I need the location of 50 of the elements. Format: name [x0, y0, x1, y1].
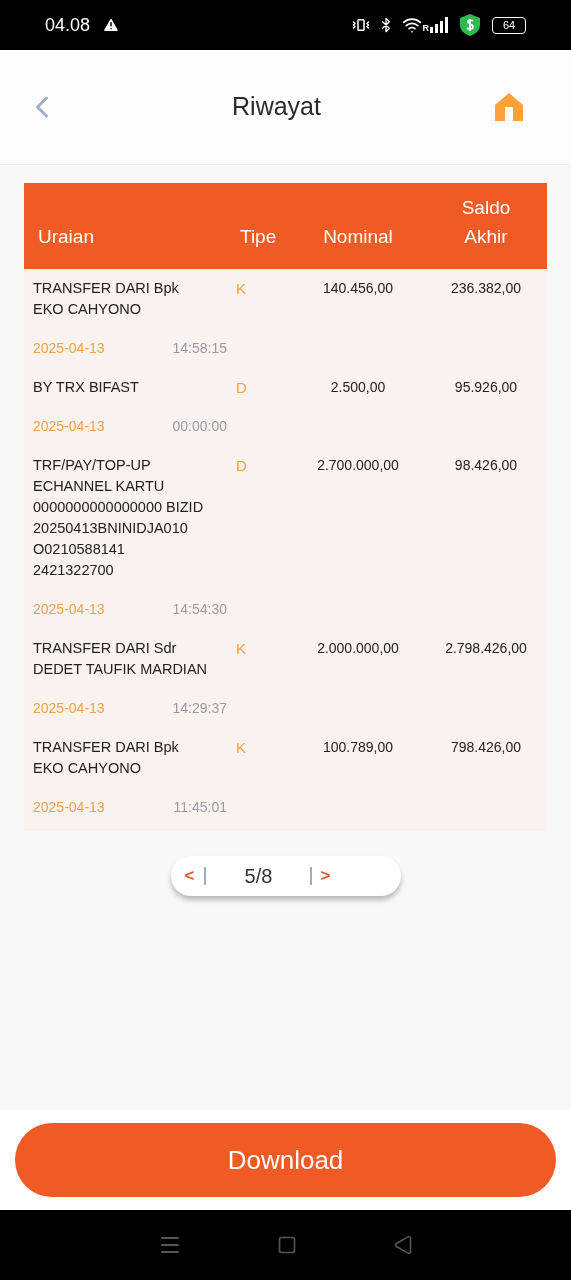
transaction-date: 2025-04-13: [33, 417, 105, 436]
balance-amount: 236.382,00: [449, 279, 523, 298]
column-header: Saldo Akhir: [460, 196, 512, 249]
balance-amount: 798.426,00: [449, 738, 523, 757]
column-header: Nominal: [322, 225, 394, 249]
page-title: Riwayat: [231, 91, 322, 123]
nominal-amount: 2.700.000,00: [316, 456, 400, 475]
next-page-button[interactable]: >: [312, 863, 339, 889]
transaction-description: TRANSFER DARI Bpk EKO CAHYONO: [32, 738, 180, 778]
home-square-icon[interactable]: [277, 1235, 298, 1255]
nominal-amount: 100.789,00: [321, 738, 395, 757]
transaction-type: D: [235, 456, 248, 476]
transaction-description: BY TRX BIFAST: [32, 378, 140, 397]
transaction-type: K: [235, 738, 247, 758]
transaction-time: 14:29:37: [172, 699, 227, 718]
column-header: Tipe: [239, 224, 278, 249]
download-button[interactable]: Download: [15, 1123, 556, 1197]
transaction-date: 2025-04-13: [33, 600, 105, 619]
balance-amount: 2.798.426,00: [444, 639, 528, 658]
transaction-type: K: [235, 639, 247, 659]
transaction-description: TRF/PAY/TOP-UP ECHANNEL KARTU 0000000000000000 BIZID 20250413BNINIDJA010 O0210588141 2421322700: [32, 456, 205, 580]
battery-indicator: 64: [492, 16, 526, 34]
transaction-type: K: [235, 279, 247, 299]
nominal-amount: 2.000.000,00: [316, 639, 400, 658]
transaction-description: TRANSFER DARI Bpk EKO CAHYONO: [32, 279, 180, 319]
warning-icon: [102, 16, 121, 34]
previous-page-button[interactable]: <: [180, 863, 199, 889]
nominal-amount: 140.456,00: [321, 279, 395, 298]
transaction-type: D: [235, 378, 248, 398]
transaction-description: TRANSFER DARI Sdr DEDET TAUFIK MARDIAN: [32, 639, 209, 679]
back-triangle-icon[interactable]: [393, 1235, 414, 1255]
signal-icon: [430, 17, 448, 33]
transaction-date: 2025-04-13: [33, 699, 105, 718]
home-icon[interactable]: [493, 91, 525, 123]
balance-amount: 98.426,00: [453, 456, 519, 475]
network-label: R: [422, 22, 429, 36]
status-time: 04.08: [45, 13, 91, 37]
shield-icon: [460, 14, 480, 36]
transaction-time: 11:45:01: [173, 798, 227, 817]
page-indicator: 5/8: [243, 864, 274, 889]
transaction-time: 14:58:15: [172, 339, 227, 358]
transaction-time: 14:54:30: [172, 600, 227, 619]
nominal-amount: 2.500,00: [329, 378, 387, 397]
column-header: Uraian: [37, 224, 95, 249]
vibrate-icon: [351, 16, 370, 34]
transaction-time: 00:00:00: [172, 417, 227, 436]
transaction-date: 2025-04-13: [33, 339, 105, 358]
balance-amount: 95.926,00: [453, 378, 519, 397]
transaction-date: 2025-04-13: [33, 798, 105, 817]
wifi-icon: [401, 15, 422, 35]
